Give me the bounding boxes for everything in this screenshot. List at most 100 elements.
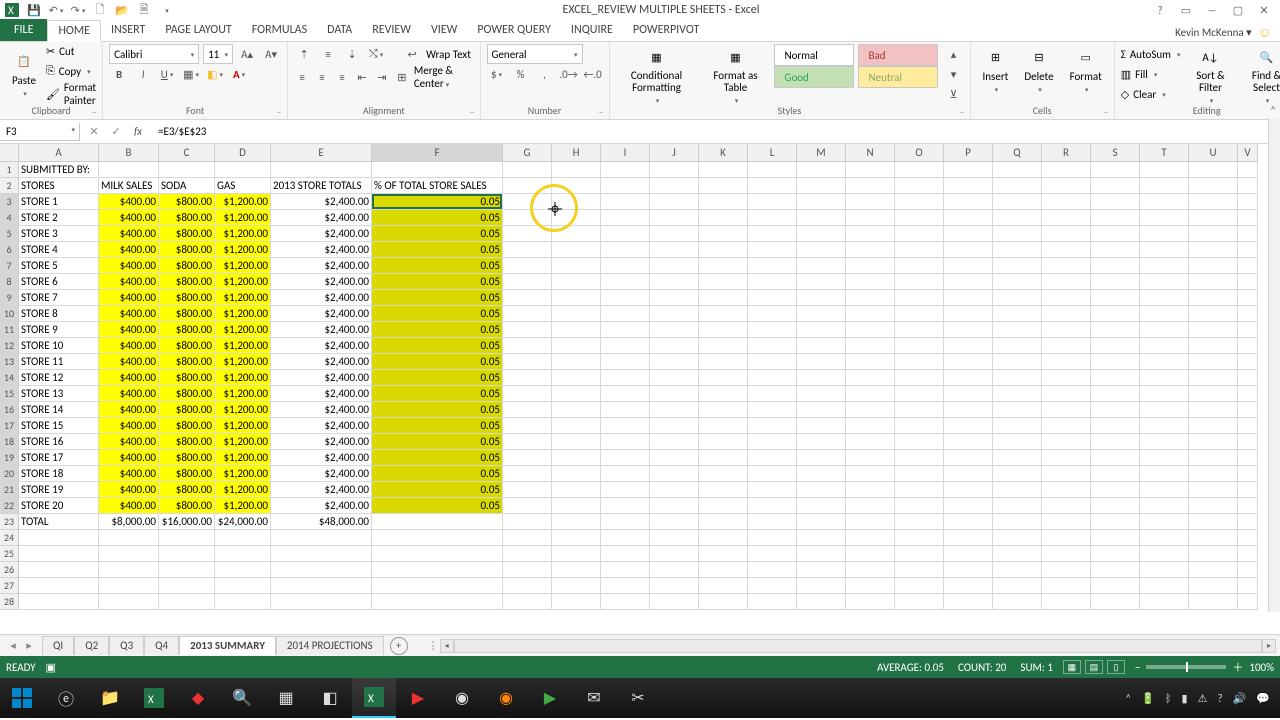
- styles-row-down-icon[interactable]: ▾: [944, 64, 964, 84]
- cell[interactable]: [993, 514, 1042, 530]
- cell[interactable]: $800.00: [159, 386, 215, 402]
- cell[interactable]: [846, 562, 895, 578]
- row-header[interactable]: 16: [0, 402, 19, 418]
- cell[interactable]: [895, 306, 944, 322]
- cell[interactable]: [1238, 466, 1258, 482]
- cut-icon[interactable]: ✂: [46, 45, 55, 58]
- cell[interactable]: $400.00: [99, 210, 159, 226]
- cell[interactable]: 0.05: [372, 274, 503, 290]
- cell[interactable]: [1238, 546, 1258, 562]
- cell[interactable]: [99, 546, 159, 562]
- cell[interactable]: $1,200.00: [215, 370, 271, 386]
- cell[interactable]: [1140, 242, 1189, 258]
- zoom-slider[interactable]: [1146, 665, 1226, 669]
- cell[interactable]: $2,400.00: [271, 386, 372, 402]
- cell[interactable]: [797, 162, 846, 178]
- tab-power-query[interactable]: POWER QUERY: [467, 19, 561, 41]
- cell[interactable]: [19, 530, 99, 546]
- cell[interactable]: [993, 354, 1042, 370]
- cell[interactable]: $400.00: [99, 258, 159, 274]
- cell[interactable]: [1189, 450, 1238, 466]
- cell[interactable]: [1238, 210, 1258, 226]
- cell[interactable]: [944, 546, 993, 562]
- cell[interactable]: [99, 530, 159, 546]
- row-header[interactable]: 17: [0, 418, 19, 434]
- tab-data[interactable]: DATA: [317, 19, 362, 41]
- alert-icon[interactable]: ⚠: [1198, 692, 1208, 705]
- cell[interactable]: $400.00: [99, 306, 159, 322]
- cell[interactable]: [215, 578, 271, 594]
- cell[interactable]: $400.00: [99, 338, 159, 354]
- cell[interactable]: [699, 482, 748, 498]
- cell[interactable]: [944, 274, 993, 290]
- column-header-S[interactable]: S: [1091, 144, 1140, 162]
- column-header-L[interactable]: L: [748, 144, 797, 162]
- conditional-formatting-button[interactable]: ▦ Conditional Formatting: [616, 44, 698, 107]
- cell[interactable]: [1091, 498, 1140, 514]
- cell[interactable]: STORES: [19, 178, 99, 194]
- cell[interactable]: [1091, 546, 1140, 562]
- cell[interactable]: [846, 178, 895, 194]
- cell[interactable]: [1042, 178, 1091, 194]
- cell[interactable]: [1238, 322, 1258, 338]
- column-header-D[interactable]: D: [215, 144, 271, 162]
- cell[interactable]: $800.00: [159, 210, 215, 226]
- decrease-decimal-icon[interactable]: ←.0: [583, 64, 603, 84]
- cell[interactable]: [944, 242, 993, 258]
- cell[interactable]: [99, 578, 159, 594]
- cell[interactable]: [650, 370, 699, 386]
- minimize-button[interactable]: ―: [1204, 2, 1220, 18]
- cell[interactable]: [699, 594, 748, 610]
- cell[interactable]: [1238, 418, 1258, 434]
- feedback-icon[interactable]: ☺: [1258, 24, 1272, 41]
- cell[interactable]: [699, 498, 748, 514]
- fill-icon[interactable]: ▥: [1121, 68, 1131, 81]
- cell[interactable]: $800.00: [159, 226, 215, 242]
- cell[interactable]: [699, 210, 748, 226]
- cell[interactable]: [993, 306, 1042, 322]
- system-tray[interactable]: ˄ 🔋 ᛒ ▮ ⚠ ? 🔊 💬: [1115, 692, 1280, 705]
- cell[interactable]: [1140, 354, 1189, 370]
- cell[interactable]: [699, 306, 748, 322]
- cell[interactable]: [650, 290, 699, 306]
- cell[interactable]: [650, 386, 699, 402]
- cell[interactable]: [748, 178, 797, 194]
- cell[interactable]: 0.05: [372, 450, 503, 466]
- chrome-icon[interactable]: ◉: [440, 678, 484, 718]
- cell[interactable]: $400.00: [99, 242, 159, 258]
- cell[interactable]: [271, 578, 372, 594]
- tab-powerpivot[interactable]: POWERPIVOT: [623, 19, 709, 41]
- cell[interactable]: [601, 402, 650, 418]
- cell[interactable]: [699, 402, 748, 418]
- cell[interactable]: [699, 322, 748, 338]
- row-header[interactable]: 5: [0, 226, 19, 242]
- cell[interactable]: [993, 530, 1042, 546]
- cell[interactable]: [797, 370, 846, 386]
- italic-button[interactable]: I: [133, 64, 153, 84]
- cell[interactable]: STORE 17: [19, 450, 99, 466]
- cell[interactable]: $800.00: [159, 434, 215, 450]
- cell[interactable]: [797, 482, 846, 498]
- cell[interactable]: $1,200.00: [215, 194, 271, 210]
- cell[interactable]: [748, 530, 797, 546]
- cell[interactable]: $1,200.00: [215, 354, 271, 370]
- cell[interactable]: [1042, 338, 1091, 354]
- cell[interactable]: [650, 498, 699, 514]
- cell[interactable]: [1042, 466, 1091, 482]
- cell[interactable]: [601, 562, 650, 578]
- cell[interactable]: [895, 466, 944, 482]
- cell[interactable]: $1,200.00: [215, 242, 271, 258]
- cell[interactable]: [895, 434, 944, 450]
- style-bad[interactable]: Bad: [858, 44, 938, 66]
- cell[interactable]: $2,400.00: [271, 354, 372, 370]
- cell[interactable]: 0.05: [372, 290, 503, 306]
- format-painter-icon[interactable]: 🖌: [46, 88, 60, 101]
- column-header-M[interactable]: M: [797, 144, 846, 162]
- cell[interactable]: [159, 162, 215, 178]
- cell[interactable]: [1091, 306, 1140, 322]
- cell[interactable]: $1,200.00: [215, 498, 271, 514]
- cell[interactable]: [372, 594, 503, 610]
- font-size-select[interactable]: 11: [203, 44, 233, 64]
- cell[interactable]: [944, 258, 993, 274]
- cell[interactable]: $2,400.00: [271, 242, 372, 258]
